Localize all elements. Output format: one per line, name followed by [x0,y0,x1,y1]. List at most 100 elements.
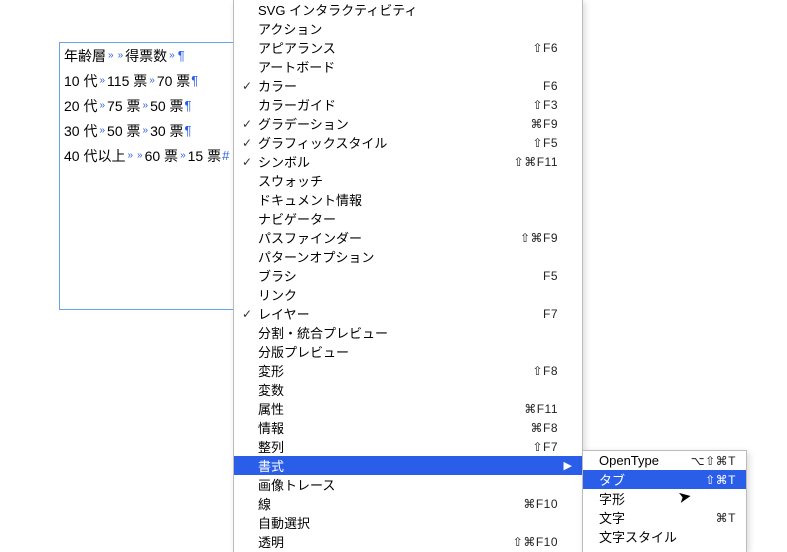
menu-item-shortcut: ⌘F8 [522,421,558,435]
menu-item-label: ブラシ [256,266,535,285]
menu-item-shortcut: ⌘F10 [515,497,558,511]
tab-mark-icon: » [141,100,151,111]
menu-item-label: カラーガイド [256,95,524,114]
menu-item[interactable]: ✓グラフィックスタイル⇧F5 [234,133,582,152]
menu-item-shortcut: ⇧F3 [524,98,558,112]
menu-item[interactable]: パスファインダー⇧⌘F9 [234,228,582,247]
menu-item-label: 変数 [256,380,550,399]
menu-item-label: 属性 [256,399,516,418]
menu-item-shortcut: ⇧F5 [524,136,558,150]
text-cell: 40 代以上 [64,146,125,166]
menu-item[interactable]: ✓グラデーション⌘F9 [234,114,582,133]
menu-item[interactable]: ドキュメント情報 [234,190,582,209]
text-row: 20 代»75 票»50 票¶ [60,93,233,118]
checkmark-icon: ✓ [238,79,256,93]
menu-item-label: タブ [597,470,697,489]
menu-item-label: カラー [256,76,535,95]
menu-item[interactable]: アートボード [234,57,582,76]
type-submenu: OpenType⌥⇧⌘Tタブ⇧⌘T字形文字⌘T文字スタイル [582,450,747,552]
menu-item-shortcut: F6 [535,79,558,93]
menu-item[interactable]: ナビゲーター [234,209,582,228]
text-cell: 60 票 [145,146,178,166]
menu-item[interactable]: ✓レイヤーF7 [234,304,582,323]
checkmark-icon: ✓ [238,136,256,150]
tab-mark-icon: » [141,125,151,136]
tab-mark-icon: » [178,150,188,161]
menu-item-label: 透明 [256,532,505,551]
menu-item[interactable]: ブラシF5 [234,266,582,285]
menu-item[interactable]: OpenType⌥⇧⌘T [583,451,746,470]
menu-item[interactable]: 書式▶ [234,456,582,475]
menu-item[interactable]: アピアランス⇧F6 [234,38,582,57]
paragraph-mark-icon: ¶ [184,123,192,138]
menu-item[interactable]: パターンオプション [234,247,582,266]
menu-item[interactable]: スウォッチ [234,171,582,190]
tab-mark-icon: » [97,125,107,136]
menu-item[interactable]: SVG インタラクティビティ [234,0,582,19]
menu-item-label: グラデーション [256,114,522,133]
menu-item-shortcut: F5 [535,269,558,283]
menu-item[interactable]: 自動選択 [234,513,582,532]
menu-item[interactable]: 変数 [234,380,582,399]
menu-item[interactable]: 線⌘F10 [234,494,582,513]
text-row: 10 代»115 票»70 票¶ [60,68,233,93]
menu-item[interactable]: 属性⌘F11 [234,399,582,418]
paragraph-mark-icon: ¶ [177,48,185,63]
menu-item-label: ドキュメント情報 [256,190,550,209]
menu-item-shortcut: ⌘F9 [522,117,558,131]
menu-item-shortcut: ⇧⌘F10 [505,535,558,549]
text-cell: 30 代 [64,121,97,141]
menu-item-label: パスファインダー [256,228,512,247]
text-cell: 得票数 [125,46,167,66]
menu-item[interactable]: 透明⇧⌘F10 [234,532,582,551]
tab-mark-icon: » [147,75,157,86]
menu-item[interactable]: リンク [234,285,582,304]
tab-mark-icon: » [106,50,116,61]
text-cell: 50 票 [150,96,183,116]
menu-item[interactable]: 文字スタイル [583,527,746,546]
menu-item[interactable]: 情報⌘F8 [234,418,582,437]
menu-item[interactable]: タブ⇧⌘T [583,470,746,489]
text-cell: 30 票 [150,121,183,141]
menu-item[interactable]: 分割・統合プレビュー [234,323,582,342]
menu-item-label: アートボード [256,57,550,76]
text-cell: 70 票 [157,71,190,91]
menu-item-label: OpenType [597,453,683,468]
menu-item-label: アピアランス [256,38,524,57]
menu-item-shortcut: ⇧⌘F9 [512,231,558,245]
text-row: 年齢層»»得票数»¶ [60,43,233,68]
menu-item[interactable]: アクション [234,19,582,38]
menu-item[interactable]: 画像トレース [234,475,582,494]
overset-mark-icon: # [221,148,229,163]
menu-item[interactable]: 文字⌘T [583,508,746,527]
text-row: 30 代»50 票»30 票¶ [60,118,233,143]
menu-item-label: リンク [256,285,550,304]
menu-item[interactable]: 字形 [583,489,746,508]
checkmark-icon: ✓ [238,307,256,321]
menu-item-label: 変形 [256,361,524,380]
menu-item[interactable]: ✓シンボル⇧⌘F11 [234,152,582,171]
menu-item-label: 情報 [256,418,522,437]
menu-item[interactable]: ✓カラーF6 [234,76,582,95]
menu-item-label: 分版プレビュー [256,342,550,361]
menu-item-label: ナビゲーター [256,209,550,228]
window-menu: SVG インタラクティビティアクションアピアランス⇧F6アートボード✓カラーF6… [233,0,583,552]
menu-item[interactable]: カラーガイド⇧F3 [234,95,582,114]
menu-item[interactable]: 整列⇧F7 [234,437,582,456]
tab-mark-icon: » [97,75,107,86]
text-frame[interactable]: 年齢層»»得票数»¶10 代»115 票»70 票¶20 代»75 票»50 票… [59,42,234,310]
menu-item-label: パターンオプション [256,247,550,266]
menu-item-label: 自動選択 [256,513,550,532]
submenu-arrow-icon: ▶ [558,459,572,472]
text-cell: 年齢層 [64,46,106,66]
menu-item[interactable]: 変形⇧F8 [234,361,582,380]
menu-item-label: 線 [256,494,515,513]
menu-item-label: スウォッチ [256,171,550,190]
paragraph-mark-icon: ¶ [190,73,198,88]
menu-item[interactable]: 分版プレビュー [234,342,582,361]
text-cell: 20 代 [64,96,97,116]
text-cell: 15 票 [188,146,221,166]
menu-item-label: 文字スタイル [597,527,728,546]
menu-item-label: 画像トレース [256,475,550,494]
tab-mark-icon: » [167,50,177,61]
